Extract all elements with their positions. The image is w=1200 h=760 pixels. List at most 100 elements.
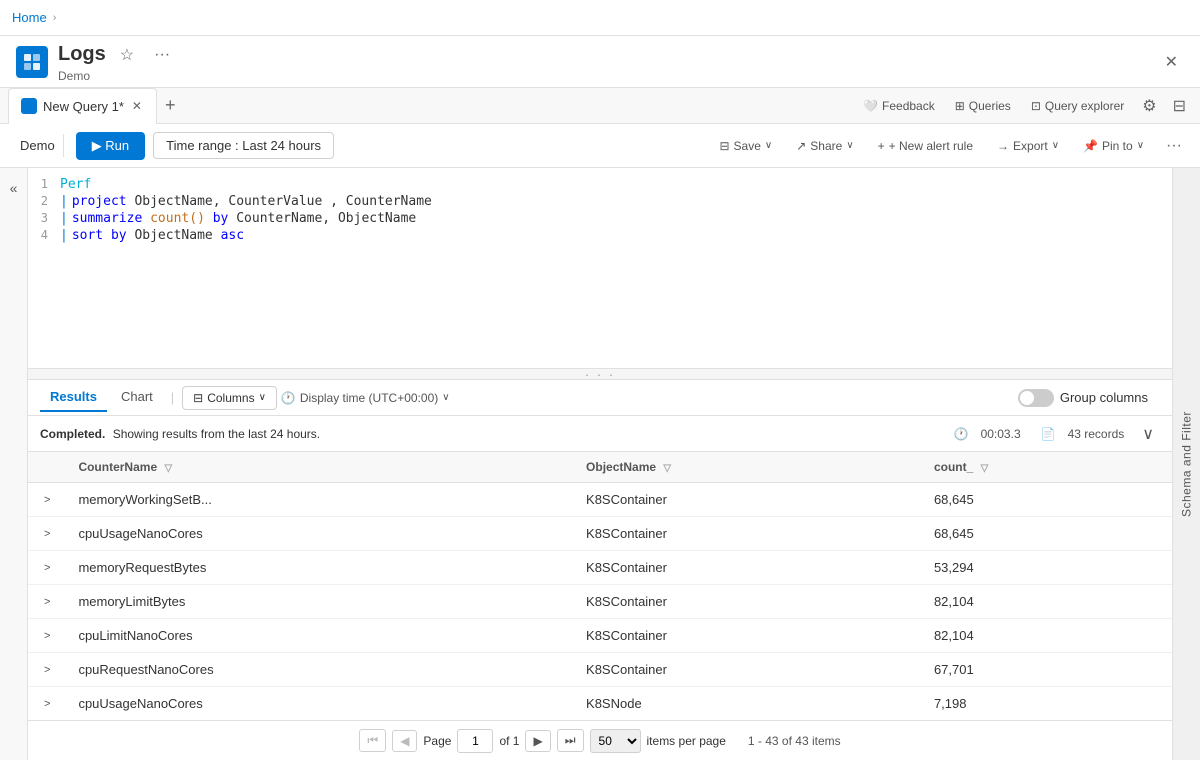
home-link[interactable]: Home xyxy=(12,10,47,25)
prev-page-button[interactable]: ◀ xyxy=(392,730,417,752)
more-button[interactable]: ··· xyxy=(148,42,176,68)
pin-chevron: ∨ xyxy=(1137,140,1144,151)
layout-button[interactable]: ⊟ xyxy=(1167,92,1192,120)
tab-label: New Query 1* xyxy=(43,99,124,114)
run-button[interactable]: ▶ Run xyxy=(76,132,145,160)
display-time-label: Display time (UTC+00:00) xyxy=(300,391,438,405)
app-title-text: Logs xyxy=(58,43,106,66)
settings-button[interactable]: ⚙ xyxy=(1136,92,1162,120)
pin-icon: 📌 xyxy=(1083,139,1098,153)
save-chevron: ∨ xyxy=(765,140,772,151)
new-alert-button[interactable]: + + New alert rule xyxy=(870,135,981,157)
side-panel: « xyxy=(0,168,28,760)
cell-objectname: K8SContainer xyxy=(574,585,922,619)
time-icon: 🕐 xyxy=(954,427,969,441)
page-input[interactable] xyxy=(457,729,493,753)
cell-count: 67,701 xyxy=(922,653,1172,687)
row-expand-button[interactable]: > xyxy=(40,594,54,610)
next-page-button[interactable]: ▶ xyxy=(525,730,550,752)
save-icon: ⊟ xyxy=(719,139,729,153)
export-button[interactable]: → Export ∨ xyxy=(989,135,1067,157)
per-page-select[interactable]: 50 100 200 xyxy=(590,729,641,753)
objectname-filter-icon[interactable]: ▽ xyxy=(663,463,671,474)
group-columns-toggle[interactable] xyxy=(1018,389,1054,407)
save-label: Save xyxy=(734,139,761,153)
main-content: « 1 Perf 2 | project ObjectName, Counter… xyxy=(0,168,1200,760)
cell-objectname: K8SContainer xyxy=(574,551,922,585)
add-tab-button[interactable]: + xyxy=(157,91,184,120)
display-time-button[interactable]: 🕐 Display time (UTC+00:00) ∨ xyxy=(281,391,450,405)
pin-to-label: Pin to xyxy=(1102,139,1133,153)
demo-label: Demo xyxy=(12,134,64,157)
row-expand-button[interactable]: > xyxy=(40,696,54,712)
pagination-bar: ⏮ ◀ Page of 1 ▶ ⏭ 50 100 200 items per p… xyxy=(28,720,1172,760)
collapse-toggle[interactable]: « xyxy=(6,176,22,200)
queries-button[interactable]: ⊞ Queries xyxy=(947,95,1019,117)
results-table-container[interactable]: CounterName ▽ ObjectName ▽ count_ ▽ xyxy=(28,452,1172,720)
close-button[interactable]: ✕ xyxy=(1159,48,1184,76)
records-count: 43 records xyxy=(1068,427,1125,441)
columns-chevron: ∨ xyxy=(259,392,266,403)
favorite-button[interactable]: ☆ xyxy=(114,41,140,69)
col-header-countername: CounterName ▽ xyxy=(66,452,574,483)
cell-objectname: K8SNode xyxy=(574,687,922,721)
time-chevron: ∨ xyxy=(442,392,449,403)
query-tab-active[interactable]: New Query 1* ✕ xyxy=(8,88,157,124)
query-editor[interactable]: 1 Perf 2 | project ObjectName, CounterVa… xyxy=(28,168,1172,368)
records-icon: 📄 xyxy=(1041,427,1056,441)
query-explorer-button[interactable]: ⊡ Query explorer xyxy=(1023,95,1132,117)
share-label: Share xyxy=(810,139,842,153)
editor-line-3: 3 | summarize count() by CounterName, Ob… xyxy=(28,210,1172,227)
cell-objectname: K8SContainer xyxy=(574,517,922,551)
col-header-objectname: ObjectName ▽ xyxy=(574,452,922,483)
toolbar-more-button[interactable]: ··· xyxy=(1160,133,1188,159)
pin-to-button[interactable]: 📌 Pin to ∨ xyxy=(1075,135,1152,157)
tab-icon xyxy=(21,98,37,114)
status-bar: Completed. Showing results from the last… xyxy=(28,416,1172,452)
row-expand-button[interactable]: > xyxy=(40,492,54,508)
share-icon: ↗ xyxy=(796,139,806,153)
row-expand-button[interactable]: > xyxy=(40,560,54,576)
title-bar-actions: ✕ xyxy=(1159,48,1184,76)
time-range-button[interactable]: Time range : Last 24 hours xyxy=(153,132,334,159)
row-expand-button[interactable]: > xyxy=(40,662,54,678)
status-detail-text: Showing results from the last 24 hours. xyxy=(113,427,320,441)
queries-label: Queries xyxy=(969,99,1011,113)
countername-filter-icon[interactable]: ▽ xyxy=(164,463,172,474)
editor-line-1: 1 Perf xyxy=(28,176,1172,193)
editor-area: 1 Perf 2 | project ObjectName, CounterVa… xyxy=(28,168,1172,760)
app-title: Logs ☆ ··· xyxy=(58,41,1159,69)
resize-handle[interactable]: · · · xyxy=(28,368,1172,380)
app-subtitle: Demo xyxy=(58,69,1159,83)
status-completed-text: Completed. xyxy=(40,427,105,441)
feedback-button[interactable]: 🤍 Feedback xyxy=(855,95,943,117)
tab-close-button[interactable]: ✕ xyxy=(130,97,144,115)
table-row: > memoryWorkingSetB... K8SContainer 68,6… xyxy=(28,483,1172,517)
tab-results[interactable]: Results xyxy=(40,383,107,412)
last-page-button[interactable]: ⏭ xyxy=(557,729,584,752)
cell-count: 53,294 xyxy=(922,551,1172,585)
items-per-page-label: items per page xyxy=(647,734,726,748)
share-button[interactable]: ↗ Share ∨ xyxy=(788,135,861,157)
tab-chart[interactable]: Chart xyxy=(111,383,163,412)
expand-results-button[interactable]: ∨ xyxy=(1136,422,1160,446)
first-page-button[interactable]: ⏮ xyxy=(359,729,386,752)
count-filter-icon[interactable]: ▽ xyxy=(981,463,989,474)
save-button[interactable]: ⊟ Save ∨ xyxy=(711,135,780,157)
feedback-label: Feedback xyxy=(882,99,935,113)
results-area: Results Chart | ⊟ Columns ∨ 🕐 Display ti… xyxy=(28,380,1172,760)
cell-objectname: K8SContainer xyxy=(574,483,922,517)
cell-count: 68,645 xyxy=(922,483,1172,517)
row-expand-button[interactable]: > xyxy=(40,526,54,542)
schema-and-filter-sidebar[interactable]: Schema and Filter xyxy=(1172,168,1200,760)
columns-button[interactable]: ⊟ Columns ∨ xyxy=(182,386,277,410)
cell-countername: memoryLimitBytes xyxy=(66,585,574,619)
new-alert-label: + New alert rule xyxy=(889,139,973,153)
cell-countername: memoryWorkingSetB... xyxy=(66,483,574,517)
of-label: of 1 xyxy=(499,734,519,748)
row-expand-button[interactable]: > xyxy=(40,628,54,644)
cell-objectname: K8SContainer xyxy=(574,619,922,653)
app-logo xyxy=(16,46,48,78)
columns-label: Columns xyxy=(207,391,254,405)
pagination-range: 1 - 43 of 43 items xyxy=(748,734,841,748)
